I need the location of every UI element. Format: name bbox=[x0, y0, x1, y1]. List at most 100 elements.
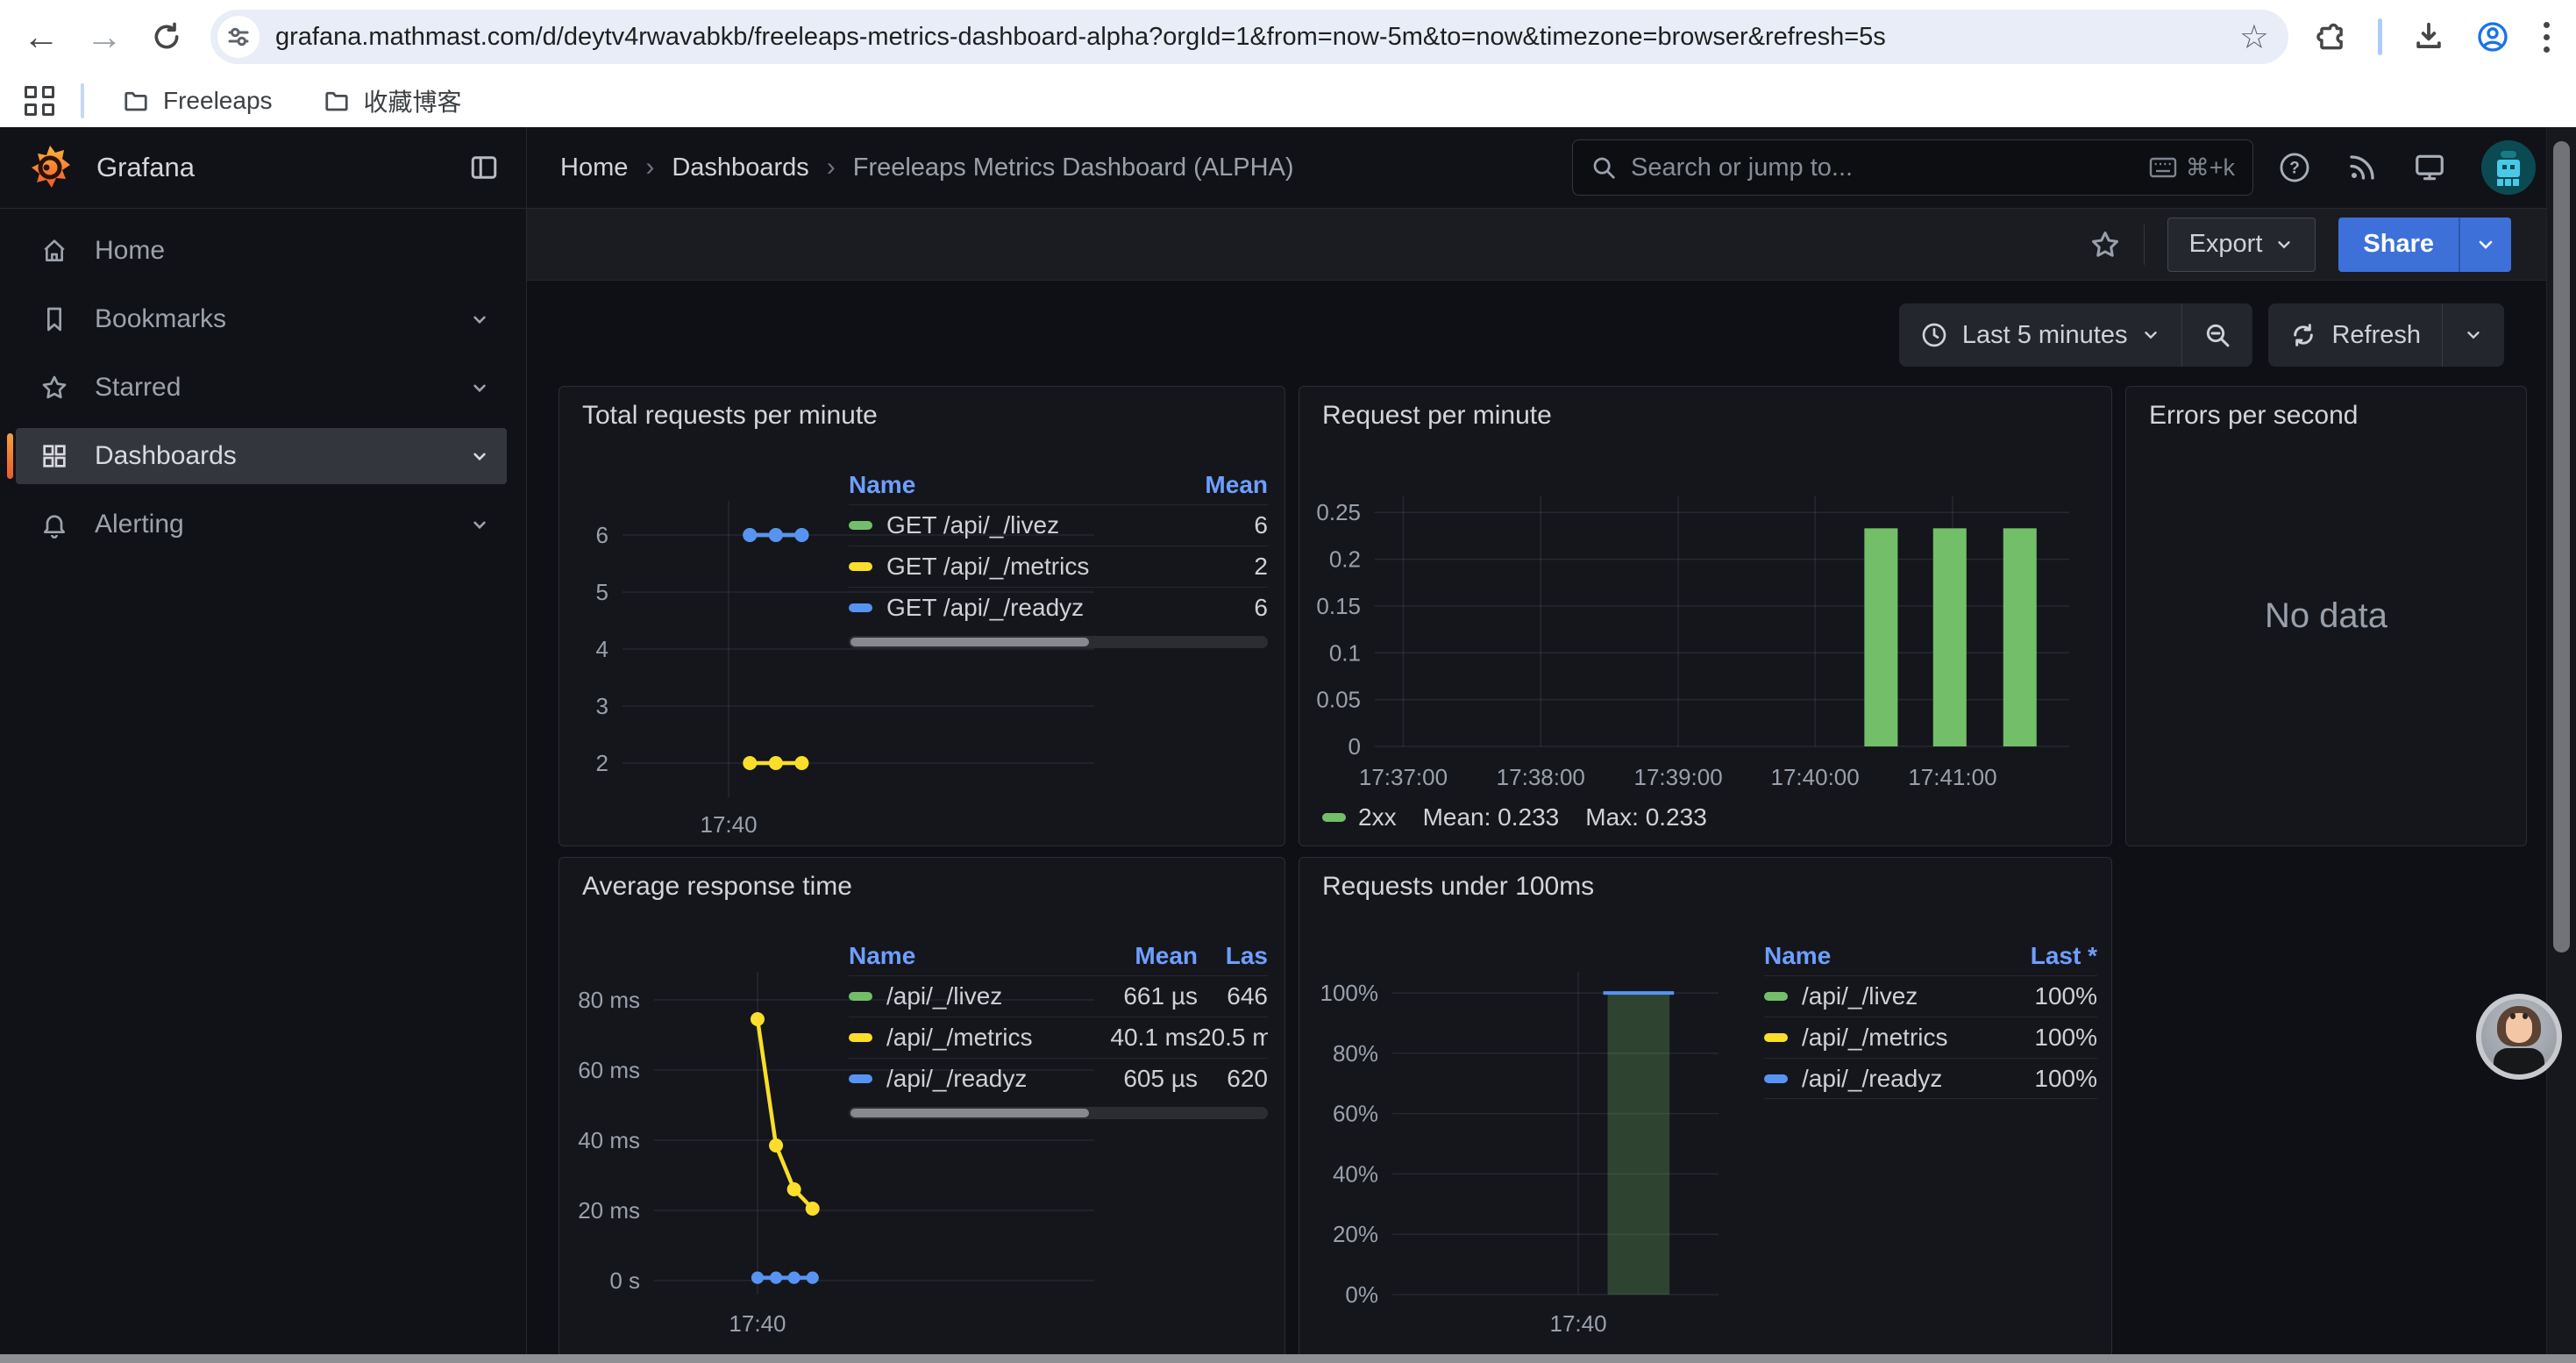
back-icon[interactable]: ← bbox=[23, 18, 60, 55]
extensions-icon[interactable] bbox=[2315, 20, 2348, 54]
panel-title[interactable]: Total requests per minute bbox=[582, 401, 878, 431]
legend-row[interactable]: GET /api/_/livez 6 bbox=[849, 504, 1268, 546]
legend-col-mean[interactable]: Mean bbox=[1066, 942, 1198, 970]
legend-row[interactable]: /api/_/metrics 100% bbox=[1764, 1017, 2097, 1058]
help-icon[interactable]: ? bbox=[2278, 151, 2311, 184]
svg-text:3: 3 bbox=[596, 693, 608, 719]
dashboard-main: Export Share Last 5 minutes bbox=[527, 209, 2546, 1354]
legend-scrollbar[interactable] bbox=[849, 636, 1268, 648]
sidebar-toggle-icon[interactable] bbox=[468, 152, 500, 183]
sidebar-item-bookmarks[interactable]: Bookmarks bbox=[16, 291, 507, 347]
breadcrumb-current: Freeleaps Metrics Dashboard (ALPHA) bbox=[853, 153, 1294, 182]
svg-text:80 ms: 80 ms bbox=[578, 987, 640, 1013]
panel-title[interactable]: Requests under 100ms bbox=[1322, 872, 1594, 902]
chevron-down-icon[interactable] bbox=[468, 513, 491, 536]
clock-icon bbox=[1920, 321, 1948, 349]
refresh-button[interactable]: Refresh bbox=[2268, 303, 2442, 367]
url-text[interactable]: grafana.mathmast.com/d/deytv4rwavabkb/fr… bbox=[275, 23, 2224, 52]
screen: ← → grafana.mathmast.com/d/deytv4rwavabk… bbox=[0, 0, 2576, 1363]
chevron-down-icon[interactable] bbox=[468, 376, 491, 399]
legend-table: Name Mean Las /api/_/livez 661 µs 646 /a… bbox=[849, 937, 1268, 1119]
news-rss-icon[interactable] bbox=[2346, 152, 2378, 183]
sidebar-item-starred[interactable]: Starred bbox=[16, 360, 507, 416]
scrollbar-thumb[interactable] bbox=[2553, 141, 2570, 953]
monitor-icon[interactable] bbox=[2413, 151, 2446, 184]
favorite-star-icon[interactable] bbox=[2089, 229, 2121, 260]
panel-title[interactable]: Average response time bbox=[582, 872, 852, 902]
legend-col-name[interactable]: Name bbox=[849, 471, 1171, 499]
legend-item-2xx[interactable]: 2xx bbox=[1322, 803, 1397, 831]
legend-row[interactable]: GET /api/_/readyz 6 bbox=[849, 587, 1268, 628]
forward-icon[interactable]: → bbox=[86, 18, 123, 55]
zoom-out-icon bbox=[2203, 321, 2231, 349]
sidebar: Home Bookmarks Starred Dashb bbox=[0, 209, 527, 1354]
search-input[interactable]: Search or jump to... ⌘+k bbox=[1572, 139, 2253, 196]
panel-total-requests[interactable]: Total requests per minute 6543217:40 Nam… bbox=[559, 386, 1285, 846]
grafana-header: Grafana Home › Dashboards › Freeleaps Me… bbox=[0, 127, 2576, 209]
share-button[interactable]: Share bbox=[2338, 218, 2459, 272]
svg-text:0.25: 0.25 bbox=[1316, 499, 1361, 525]
bookmark-folder-freeleaps[interactable]: Freeleaps bbox=[110, 82, 285, 120]
panel-average-response-time[interactable]: Average response time 80 ms60 ms40 ms20 … bbox=[559, 857, 1285, 1354]
chevron-down-icon bbox=[2274, 235, 2294, 254]
export-button[interactable]: Export bbox=[2167, 218, 2316, 272]
panel-errors-per-second[interactable]: Errors per second No data bbox=[2125, 386, 2527, 846]
legend-row[interactable]: GET /api/_/metrics 2 bbox=[849, 546, 1268, 587]
svg-text:40 ms: 40 ms bbox=[578, 1127, 640, 1153]
floating-assistant-avatar[interactable] bbox=[2476, 994, 2562, 1080]
legend-row[interactable]: /api/_/readyz 100% bbox=[1764, 1058, 2097, 1099]
request-per-minute-chart: 0.250.20.150.10.05017:37:0017:38:0017:39… bbox=[1310, 485, 2096, 794]
site-settings-icon[interactable] bbox=[217, 16, 260, 58]
chevron-down-icon[interactable] bbox=[468, 445, 491, 467]
apps-grid-icon[interactable] bbox=[25, 86, 54, 116]
panel-row-2: Average response time 80 ms60 ms40 ms20 … bbox=[559, 857, 2112, 1354]
series-color-readyz bbox=[1764, 1074, 1788, 1083]
profile-icon[interactable] bbox=[2475, 19, 2510, 54]
legend-col-last[interactable]: Las bbox=[1198, 942, 1268, 970]
svg-text:80%: 80% bbox=[1333, 1040, 1378, 1067]
address-bar[interactable]: grafana.mathmast.com/d/deytv4rwavabkb/fr… bbox=[210, 10, 2288, 64]
legend-col-name[interactable]: Name bbox=[849, 942, 1066, 970]
sidebar-item-dashboards[interactable]: Dashboards bbox=[16, 428, 507, 484]
panel-title[interactable]: Request per minute bbox=[1322, 401, 1552, 431]
bookmark-folder-blogs[interactable]: 收藏博客 bbox=[311, 78, 474, 124]
legend-row[interactable]: /api/_/livez 100% bbox=[1764, 975, 2097, 1017]
page-scrollbar[interactable] bbox=[2546, 127, 2576, 1354]
legend-table: Name Mean GET /api/_/livez 6 GET /api/_/… bbox=[849, 466, 1268, 648]
grafana-brand-label[interactable]: Grafana bbox=[96, 152, 195, 183]
svg-text:17:40: 17:40 bbox=[729, 1310, 786, 1337]
user-avatar[interactable] bbox=[2481, 140, 2536, 195]
series-color-livez bbox=[849, 992, 872, 1001]
panel-requests-under-100ms[interactable]: Requests under 100ms 100%80%60%40%20%0%1… bbox=[1299, 857, 2112, 1354]
bookmark-star-icon[interactable]: ☆ bbox=[2239, 18, 2278, 57]
chevron-down-icon bbox=[2464, 325, 2483, 345]
legend-row[interactable]: /api/_/metrics 40.1 ms 20.5 m bbox=[849, 1017, 1268, 1058]
breadcrumb-dashboards[interactable]: Dashboards bbox=[672, 153, 808, 182]
chevron-down-icon[interactable] bbox=[468, 308, 491, 331]
header-icons: ? bbox=[2278, 140, 2536, 195]
sidebar-item-home[interactable]: Home bbox=[16, 223, 507, 279]
series-color-livez bbox=[849, 521, 872, 530]
chevron-down-icon bbox=[2141, 325, 2160, 345]
time-controls: Last 5 minutes Refresh bbox=[527, 303, 2546, 367]
legend-scrollbar[interactable] bbox=[849, 1107, 1268, 1119]
panel-request-per-minute[interactable]: Request per minute 0.250.20.150.10.05017… bbox=[1299, 386, 2112, 846]
time-range-picker[interactable]: Last 5 minutes bbox=[1899, 303, 2182, 367]
refresh-interval-button[interactable] bbox=[2442, 303, 2504, 367]
svg-text:2: 2 bbox=[596, 750, 608, 776]
legend-row[interactable]: /api/_/readyz 605 µs 620 bbox=[849, 1058, 1268, 1099]
legend-row[interactable]: /api/_/livez 661 µs 646 bbox=[849, 975, 1268, 1017]
legend-col-name[interactable]: Name bbox=[1764, 942, 1992, 970]
refresh-group: Refresh bbox=[2268, 303, 2504, 367]
bookmark-icon bbox=[40, 305, 68, 333]
browser-menu-icon[interactable] bbox=[2540, 18, 2553, 56]
breadcrumb-home[interactable]: Home bbox=[560, 153, 628, 182]
legend-col-mean[interactable]: Mean bbox=[1171, 471, 1268, 499]
share-menu-button[interactable] bbox=[2459, 218, 2511, 272]
zoom-out-button[interactable] bbox=[2181, 303, 2252, 367]
reload-icon[interactable] bbox=[149, 19, 184, 54]
sidebar-item-alerting[interactable]: Alerting bbox=[16, 496, 507, 553]
legend-col-last[interactable]: Last * bbox=[1992, 942, 2097, 970]
grafana-logo[interactable] bbox=[26, 144, 74, 191]
downloads-icon[interactable] bbox=[2412, 20, 2445, 54]
